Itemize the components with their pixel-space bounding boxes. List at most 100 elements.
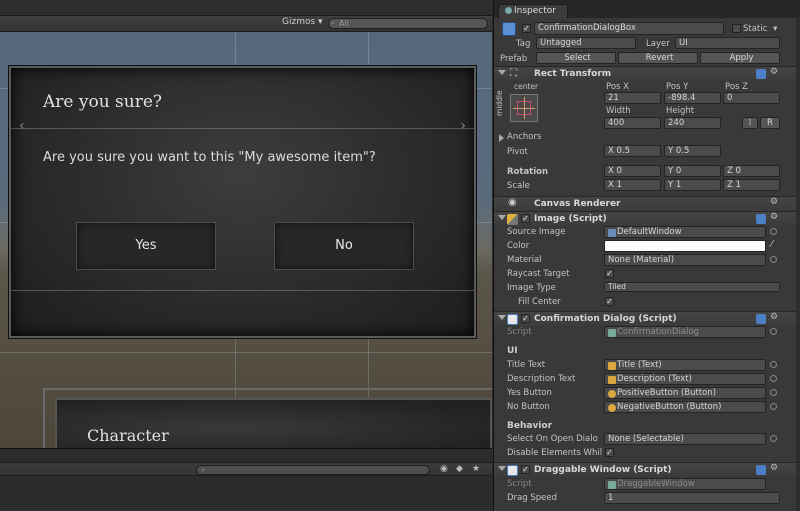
scene-search-input[interactable]: ⌕ All	[328, 18, 488, 29]
star-icon[interactable]: ★	[472, 464, 480, 474]
yes-button-field[interactable]: PositiveButton (Button)	[604, 387, 766, 399]
gear-icon[interactable]: ⚙	[770, 67, 778, 77]
rotation-z-field[interactable]: Z 0	[723, 165, 780, 177]
height-label: Height	[666, 106, 695, 116]
foldout-icon[interactable]	[498, 215, 506, 220]
source-image-field[interactable]: DefaultWindow	[604, 226, 766, 238]
no-button[interactable]: No	[274, 222, 414, 270]
layer-dropdown[interactable]: UI	[675, 37, 780, 49]
filter-type-icon[interactable]: ◉	[440, 464, 448, 474]
gear-icon[interactable]: ⚙	[770, 197, 778, 207]
pos-y-field[interactable]: -898.4	[664, 92, 721, 104]
color-swatch[interactable]	[604, 240, 766, 252]
pivot-y-field[interactable]: Y 0.5	[664, 145, 721, 157]
fill-center-checkbox[interactable]: ✓	[605, 297, 614, 306]
select-on-open-field[interactable]: None (Selectable)	[604, 433, 766, 445]
raw-edit-button[interactable]: R	[760, 117, 780, 129]
blueprint-mode-button[interactable]: ⁞	[742, 117, 758, 129]
object-picker-icon[interactable]	[770, 256, 777, 263]
static-checkbox[interactable]	[732, 24, 741, 33]
disable-elements-checkbox[interactable]: ✓	[605, 448, 614, 457]
inspector-scrollbar[interactable]	[796, 18, 800, 511]
tab-inspector[interactable]: Inspector	[498, 4, 568, 18]
scale-y-field[interactable]: Y 1	[664, 179, 721, 191]
confirmation-dialog[interactable]: ‹ › Are you sure? Are you sure you want …	[9, 66, 476, 338]
prefab-apply-button[interactable]: Apply	[700, 52, 780, 64]
filter-label-icon[interactable]: ◆	[456, 464, 463, 474]
script-icon	[507, 465, 518, 476]
layer-label: Layer	[646, 39, 670, 49]
object-picker-icon	[770, 328, 777, 335]
raycast-checkbox[interactable]: ✓	[605, 269, 614, 278]
bottom-toolbar: ⌕ ◉ ◆ ★	[0, 462, 492, 476]
object-picker-icon[interactable]	[770, 361, 777, 368]
character-panel[interactable]: Character	[55, 398, 492, 448]
scale-z-field[interactable]: Z 1	[723, 179, 780, 191]
object-picker-icon[interactable]	[770, 403, 777, 410]
object-picker-icon[interactable]	[770, 435, 777, 442]
project-search-input[interactable]: ⌕	[196, 465, 430, 475]
title-text-field[interactable]: Title (Text)	[604, 359, 766, 371]
chevron-down-icon[interactable]: ▾	[773, 24, 777, 34]
image-type-dropdown[interactable]: Tiled	[604, 282, 780, 292]
drag-speed-label: Drag Speed	[507, 493, 557, 503]
drag-speed-field[interactable]: 1	[604, 492, 780, 504]
width-field[interactable]: 400	[604, 117, 661, 129]
anchors-foldout-icon[interactable]	[499, 134, 504, 142]
anchors-label[interactable]: Anchors	[507, 132, 541, 142]
height-field[interactable]: 240	[664, 117, 721, 129]
gear-icon[interactable]: ⚙	[770, 463, 778, 473]
draggable-enabled-checkbox[interactable]: ✓	[521, 465, 530, 474]
bottom-panel: ⌕ ◉ ◆ ★	[0, 448, 492, 511]
canvas-renderer-header[interactable]: ◉ Canvas Renderer ⚙	[494, 196, 800, 211]
object-picker-icon[interactable]	[770, 375, 777, 382]
material-field[interactable]: None (Material)	[604, 254, 766, 266]
prefab-select-button[interactable]: Select	[536, 52, 616, 64]
search-icon: ⌕	[331, 19, 335, 27]
rotation-x-field[interactable]: X 0	[604, 165, 661, 177]
description-text-field[interactable]: Description (Text)	[604, 373, 766, 385]
image-component-title: Image (Script)	[534, 214, 607, 224]
confirmation-dialog-header[interactable]: ✓ Confirmation Dialog (Script) ⚙	[494, 311, 800, 326]
draggable-window-header[interactable]: ✓ Draggable Window (Script) ⚙	[494, 462, 800, 477]
foldout-icon[interactable]	[498, 70, 506, 75]
yes-button-label: Yes Button	[507, 388, 552, 398]
pos-z-field[interactable]: 0	[723, 92, 780, 104]
gear-icon[interactable]: ⚙	[770, 312, 778, 322]
foldout-icon[interactable]	[498, 466, 506, 471]
anchor-horizontal-label: center	[514, 82, 539, 91]
scene-toolbar: Gizmos ▾ ⌕ All	[0, 16, 492, 32]
object-picker-icon[interactable]	[770, 389, 777, 396]
eyedropper-icon[interactable]: ⁄	[771, 239, 773, 250]
inspector-panel: Inspector ✓ ConfirmationDialogBox Static…	[493, 0, 800, 511]
no-button-field[interactable]: NegativeButton (Button)	[604, 401, 766, 413]
image-enabled-checkbox[interactable]: ✓	[521, 214, 530, 223]
image-component-header[interactable]: ✓ Image (Script) ⚙	[494, 211, 800, 226]
pivot-x-field[interactable]: X 0.5	[604, 145, 661, 157]
foldout-icon[interactable]	[498, 315, 506, 320]
rect-transform-header[interactable]: ⛶ Rect Transform ⚙	[494, 66, 800, 81]
confirmation-dialog-title: Confirmation Dialog (Script)	[534, 314, 677, 324]
help-icon[interactable]	[756, 69, 766, 79]
object-name-field[interactable]: ConfirmationDialogBox	[534, 22, 724, 35]
yes-button[interactable]: Yes	[76, 222, 216, 270]
anchor-preset-button[interactable]	[510, 94, 538, 122]
gear-icon[interactable]: ⚙	[770, 212, 778, 222]
confirmation-enabled-checkbox[interactable]: ✓	[521, 314, 530, 323]
prefab-revert-button[interactable]: Revert	[618, 52, 698, 64]
rotation-y-field[interactable]: Y 0	[664, 165, 721, 177]
tag-dropdown[interactable]: Untagged	[536, 37, 636, 49]
help-icon[interactable]	[756, 214, 766, 224]
dialog-description: Are you sure you want to this "My awesom…	[43, 150, 376, 165]
active-checkbox[interactable]: ✓	[522, 24, 531, 33]
scene-viewport[interactable]: ‹ › Are you sure? Are you sure you want …	[0, 32, 492, 448]
pos-x-field[interactable]: 21	[604, 92, 661, 104]
text-component-icon	[608, 376, 616, 384]
material-label: Material	[507, 255, 542, 265]
object-picker-icon[interactable]	[770, 228, 777, 235]
help-icon[interactable]	[756, 465, 766, 475]
gizmos-dropdown[interactable]: Gizmos ▾	[282, 17, 323, 27]
scale-x-field[interactable]: X 1	[604, 179, 661, 191]
help-icon[interactable]	[756, 314, 766, 324]
color-row: Color ⁄	[494, 239, 800, 253]
